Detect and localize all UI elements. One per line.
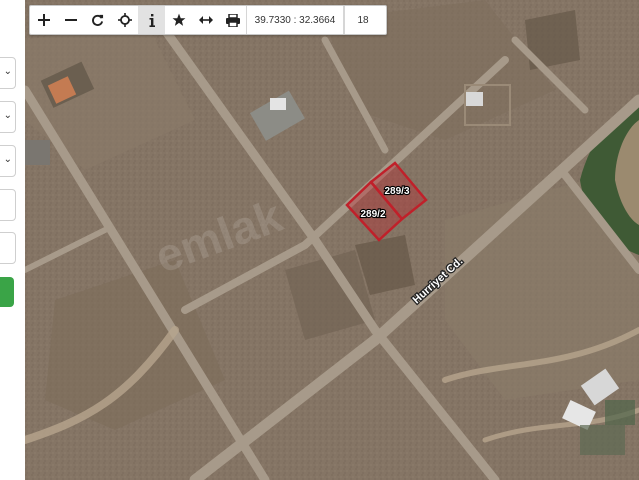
star-icon	[172, 13, 185, 26]
parcel-label: 289/2	[360, 209, 385, 220]
chevron-down-icon: ⌄	[3, 66, 12, 77]
filter-dropdown-3[interactable]: ⌄	[0, 145, 16, 177]
locate-icon	[117, 13, 132, 27]
chevron-down-icon: ⌄	[3, 154, 12, 165]
measure-icon	[198, 16, 213, 24]
zoom-out-button[interactable]	[57, 6, 84, 34]
input-field-1[interactable]	[0, 189, 16, 221]
map-canvas: emlak 289/3 289/2 Hurriyet Cd.	[25, 0, 639, 480]
input-field-2[interactable]	[0, 232, 16, 264]
zoom-in-button[interactable]	[30, 6, 57, 34]
parcel-label: 289/3	[384, 186, 409, 197]
info-icon	[149, 13, 155, 27]
favorite-button[interactable]	[165, 6, 192, 34]
chevron-down-icon: ⌄	[3, 110, 12, 121]
refresh-button[interactable]	[84, 6, 111, 34]
search-button[interactable]	[0, 277, 14, 307]
locate-button[interactable]	[111, 6, 138, 34]
print-icon	[225, 13, 240, 27]
filter-dropdown-2[interactable]: ⌄	[0, 101, 16, 133]
zoom-out-icon	[64, 19, 77, 21]
measure-button[interactable]	[192, 6, 219, 34]
zoom-in-icon	[37, 14, 50, 26]
satellite-map[interactable]: emlak 289/3 289/2 Hurriyet Cd.	[25, 0, 639, 480]
refresh-icon	[92, 14, 104, 26]
filter-dropdown-1[interactable]: ⌄	[0, 57, 16, 89]
coordinate-readout: 39.7330 : 32.3664	[246, 6, 344, 34]
map-toolbar: 39.7330 : 32.3664 18	[29, 5, 387, 35]
info-button[interactable]	[138, 6, 165, 34]
zoom-level-readout: 18	[344, 6, 381, 34]
print-button[interactable]	[219, 6, 246, 34]
side-panel: ⌄ ⌄ ⌄	[0, 0, 26, 480]
